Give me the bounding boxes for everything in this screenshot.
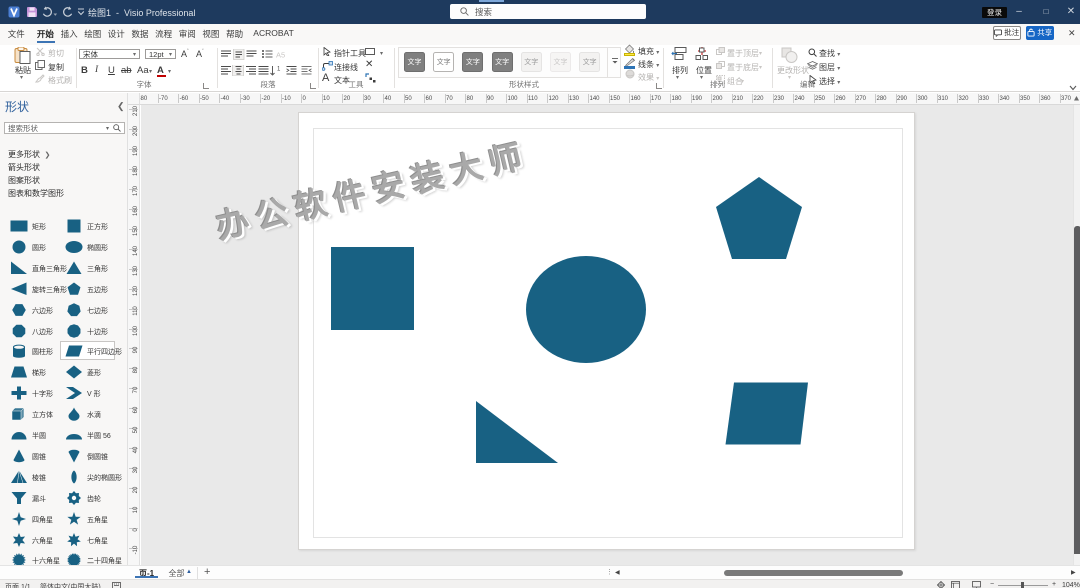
svg-text:A5: A5 (276, 51, 285, 60)
svg-text:1: 1 (277, 67, 281, 73)
